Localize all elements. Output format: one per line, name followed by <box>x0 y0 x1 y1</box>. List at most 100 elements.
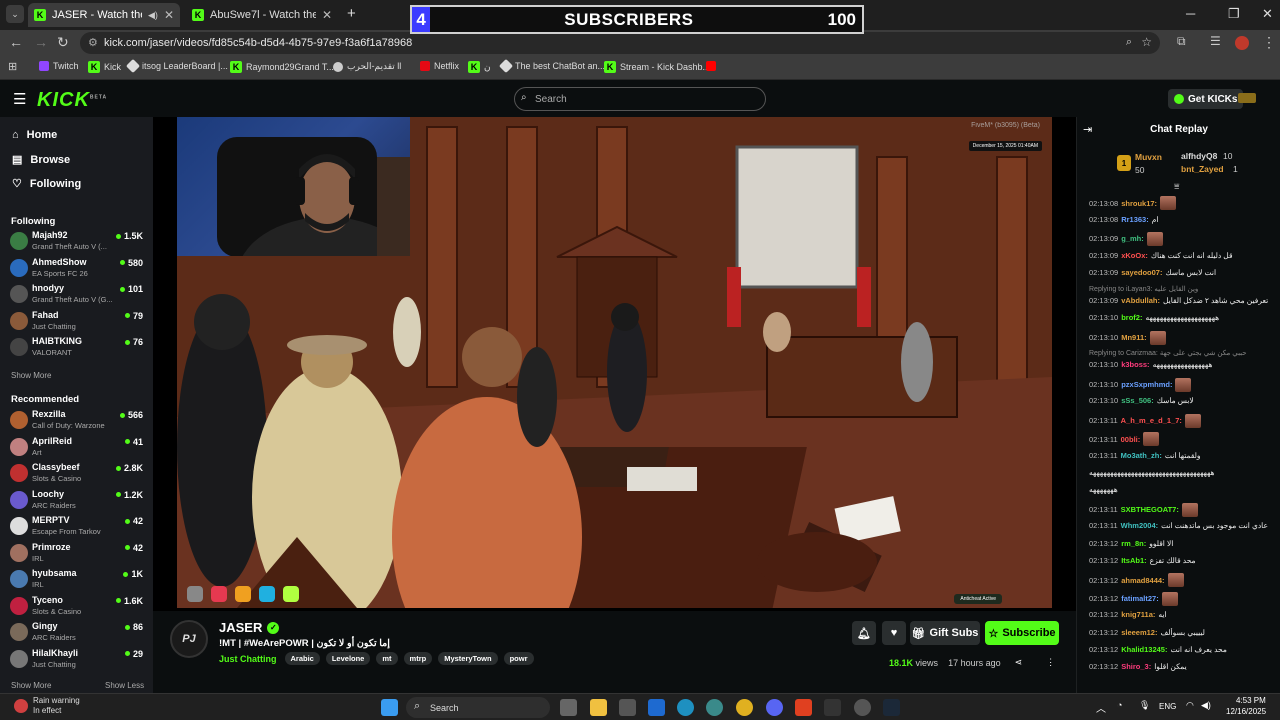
message-username[interactable]: shrouk17: <box>1121 199 1157 208</box>
chrome-icon[interactable] <box>736 699 753 716</box>
microphone-icon[interactable]: 🎙︎ <box>1139 700 1150 711</box>
chat-message[interactable]: هههههههه <box>1089 485 1279 494</box>
coin-tool-icon[interactable] <box>235 586 251 602</box>
bookmark-chatbot[interactable]: The best ChatBot an... <box>498 58 605 74</box>
bookmark-youtube[interactable] <box>706 61 716 71</box>
chat-message[interactable]: 02:13:12 Khalid13245: محد يعرف انه انت <box>1089 645 1279 654</box>
video-frame[interactable]: FiveM* (b3095) (Beta) December 15, 2025 … <box>177 117 1052 608</box>
notification-bell-button[interactable]: 🔔︎ <box>852 621 876 645</box>
show-less-button[interactable]: Show Less <box>105 681 144 690</box>
chat-message[interactable]: 02:13:12 ItsAb1: محد قالك تفزع <box>1089 556 1279 565</box>
volume-icon[interactable]: ◀) <box>1201 700 1211 711</box>
message-username[interactable]: Mn911: <box>1121 333 1146 342</box>
kick-logo[interactable]: KICKBETA <box>37 89 107 112</box>
tray-chevron-icon[interactable]: ︿ <box>1096 700 1106 715</box>
bookmark-n[interactable]: Kن <box>468 61 491 73</box>
app-icon[interactable] <box>706 699 723 716</box>
tag[interactable]: mtrp <box>403 652 433 665</box>
close-tab-icon[interactable]: ✕ <box>164 8 174 22</box>
gift-subs-button[interactable]: 🎁︎ Gift Subs <box>910 621 980 645</box>
bookmark-leaderboard[interactable]: itsog LeaderBoard |... <box>125 58 228 74</box>
follow-button[interactable]: ♥ <box>882 621 906 645</box>
leader-name[interactable]: bnt_Zayed <box>1181 164 1224 174</box>
message-username[interactable]: Shiro_3: <box>1121 662 1151 671</box>
extensions-icon[interactable]: ⧉ <box>1177 34 1186 49</box>
bookmark-kick[interactable]: K Kick <box>88 61 121 73</box>
sidebar-channel[interactable]: AprilReid Art 41 <box>10 434 146 460</box>
xbox-icon[interactable] <box>824 699 841 716</box>
leader-name[interactable]: Muvxn <box>1135 152 1162 162</box>
get-kicks-button[interactable]: Get KICKs <box>1168 89 1244 109</box>
menu-icon[interactable]: ⋮ <box>1262 34 1276 51</box>
message-username[interactable]: sayedoo07: <box>1121 268 1162 277</box>
chat-message[interactable]: 02:13:11 00bli: <box>1089 432 1279 447</box>
bookmark-star-icon[interactable]: ☆ <box>1141 35 1152 49</box>
channel-avatar[interactable]: PJ <box>170 620 208 658</box>
bookmark-twitch[interactable]: Twitch <box>39 61 79 71</box>
reading-list-icon[interactable]: ☰ <box>1210 34 1221 48</box>
message-username[interactable]: Rr1363: <box>1121 215 1149 224</box>
task-view-icon[interactable] <box>560 699 577 716</box>
message-username[interactable]: rm_8n: <box>1121 539 1146 548</box>
sidebar-channel[interactable]: Classybeef Slots & Casino 2.8K <box>10 460 146 486</box>
wifi-icon[interactable]: ◠ <box>1186 700 1194 711</box>
chat-message[interactable]: 02:13:12 knig711a: ايه <box>1089 610 1279 619</box>
message-username[interactable]: pzxSxpmhmd: <box>1121 380 1172 389</box>
profile-avatar[interactable] <box>1235 36 1249 50</box>
chat-message[interactable]: 02:13:11 SXBTHEGOAT7: <box>1089 502 1279 517</box>
sidebar-channel[interactable]: Tyceno Slots & Casino 1.6K <box>10 593 146 619</box>
video-player[interactable]: FiveM* (b3095) (Beta) December 15, 2025 … <box>153 117 1076 611</box>
site-info-icon[interactable]: ⚙ <box>88 36 98 49</box>
discord-icon[interactable] <box>766 699 783 716</box>
leader-name[interactable]: alfhdyQ8 <box>1181 151 1217 161</box>
sidebar-channel[interactable]: hyubsama IRL 1K <box>10 566 146 592</box>
message-username[interactable]: brof2: <box>1121 313 1142 322</box>
chat-message[interactable]: 02:13:12 sleeem12: ليييبي بسوألف <box>1089 628 1279 637</box>
tag[interactable]: Levelone <box>325 652 371 665</box>
ea-icon[interactable] <box>795 699 812 716</box>
message-username[interactable]: ItsAb1: <box>1121 556 1146 565</box>
sidebar-channel[interactable]: Loochy ARC Raiders 1.2K <box>10 487 146 513</box>
search-input[interactable]: ⌕ Search <box>514 87 766 111</box>
share-icon[interactable]: ⋖ <box>1015 657 1023 668</box>
show-more-button[interactable]: Show More <box>11 681 51 690</box>
message-username[interactable]: xKoOx: <box>1121 251 1148 260</box>
sidebar-item-following[interactable]: ♡ Following <box>12 177 81 191</box>
chat-message[interactable]: 02:13:10 pzxSxpmhmd: <box>1089 377 1279 392</box>
chat-message[interactable]: 02:13:10 k3boss: ههههههههههههههههه <box>1089 360 1279 369</box>
bookmark-war[interactable]: تقديم-الحرب ll <box>333 61 401 72</box>
clock-time[interactable]: 4:53 PM <box>1236 696 1266 705</box>
chat-message[interactable]: 02:13:11 A_h_m_e_d_1_7: <box>1089 413 1279 428</box>
message-username[interactable]: Whm2004: <box>1121 521 1159 530</box>
new-tab-button[interactable]: + <box>347 5 356 22</box>
browser-tab-active[interactable]: K JASER - Watch the VOD on ◀) ✕ <box>28 3 180 27</box>
chat-message[interactable]: 02:13:11 Whm2004: عادي انت موجود بس ماتدهن… <box>1089 521 1279 530</box>
chat-message[interactable]: 02:13:12 ahmad8444: <box>1089 573 1279 588</box>
chat-message[interactable]: 02:13:11 Mo3ath_zh: ولقمتها انت <box>1089 451 1279 460</box>
address-bar[interactable]: ⚙ kick.com/jaser/videos/fd85c54b-d5d4-4b… <box>80 32 1160 54</box>
show-more-button[interactable]: Show More <box>11 371 51 380</box>
browser-tab[interactable]: K AbuSwe7l - Watch the VOD on ✕ <box>186 3 338 27</box>
chat-message[interactable]: 02:13:12 rm_8n: الا اقلوو <box>1089 539 1279 548</box>
hamburger-menu-icon[interactable]: ☰ <box>13 90 26 108</box>
close-tab-icon[interactable]: ✕ <box>322 8 332 22</box>
user-badge-icon[interactable] <box>1238 93 1256 103</box>
mail-icon[interactable] <box>648 699 665 716</box>
close-window-icon[interactable]: ✕ <box>1262 6 1273 22</box>
chat-message[interactable]: 02:13:10 brof2: ههههههههههههههههههههه <box>1089 313 1279 322</box>
forward-icon[interactable]: → <box>34 34 48 50</box>
sidebar-channel[interactable]: AhmedShow EA Sports FC 26 580 <box>10 255 146 281</box>
bookmark-kick-dashboard[interactable]: K Stream - Kick Dashb... <box>604 61 710 73</box>
language-indicator[interactable]: ENG <box>1159 702 1176 711</box>
star-tool-icon[interactable] <box>283 586 299 602</box>
minimize-icon[interactable]: ─ <box>1186 6 1195 21</box>
file-explorer-icon[interactable] <box>590 699 607 716</box>
tag[interactable]: MysteryTown <box>438 652 498 665</box>
bookmark-netflix[interactable]: Netflix <box>420 61 459 71</box>
network-icon[interactable]: ◔ <box>1117 700 1122 710</box>
steam-icon[interactable] <box>883 699 900 716</box>
sidebar-channel[interactable]: HAIBTKING VALORANT 76 <box>10 334 146 360</box>
message-username[interactable]: sleeem12: <box>1121 628 1157 637</box>
message-username[interactable]: 00bli: <box>1121 435 1141 444</box>
chat-message[interactable]: 02:13:10 sSs_506: لابس ماسك <box>1089 396 1279 405</box>
